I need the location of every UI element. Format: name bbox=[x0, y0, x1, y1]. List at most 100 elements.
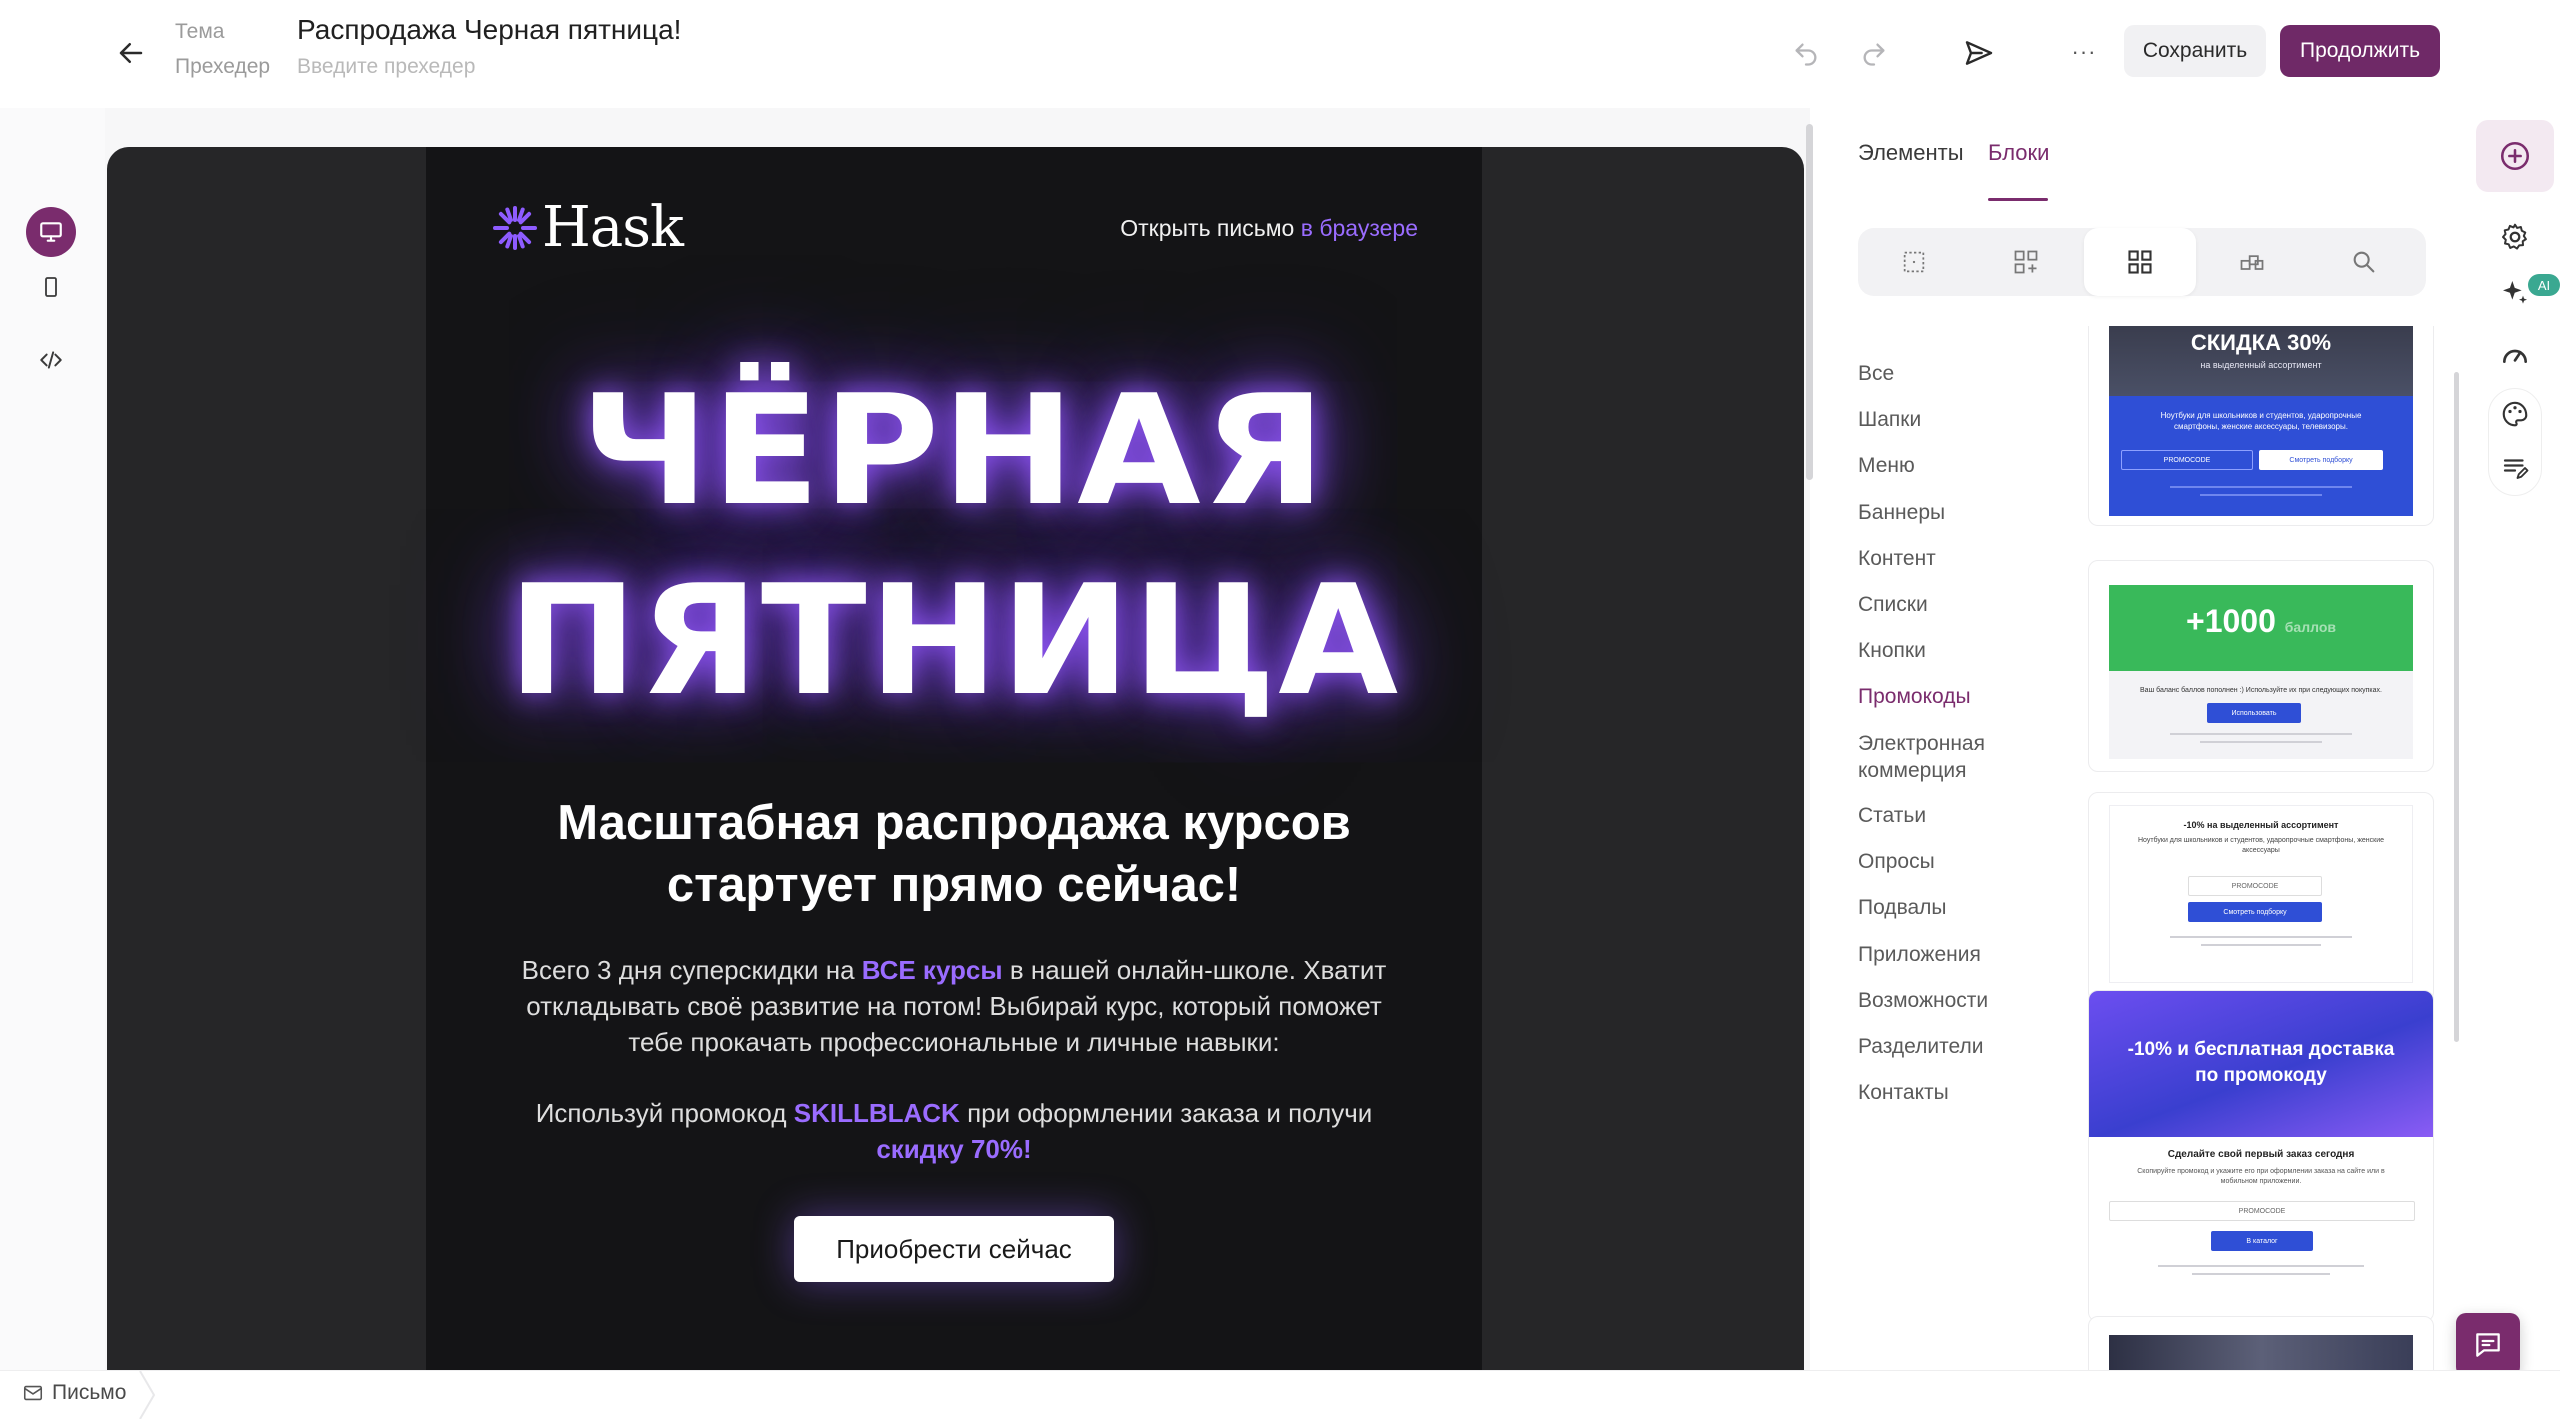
redo-button[interactable] bbox=[1854, 34, 1894, 74]
email-logo[interactable]: Hask bbox=[492, 195, 684, 260]
thumb-body: Ноутбуки для школьников и студентов, уда… bbox=[2137, 837, 2385, 854]
thumb-line bbox=[2200, 494, 2322, 496]
continue-button[interactable]: Продолжить bbox=[2280, 25, 2440, 77]
desktop-view-button[interactable] bbox=[26, 207, 76, 257]
settings-button[interactable] bbox=[2490, 212, 2540, 262]
category-lists[interactable]: Списки bbox=[1858, 591, 1928, 618]
send-icon bbox=[1965, 41, 1993, 65]
add-block-button[interactable] bbox=[1970, 228, 2082, 296]
top-bar: Тема Прехедер Распродажа Черная пятница!… bbox=[0, 0, 2560, 108]
monitor-icon bbox=[40, 222, 62, 242]
palette-icon[interactable] bbox=[2500, 399, 2530, 429]
thumbnail-preview bbox=[2109, 1335, 2413, 1370]
thumb-button: Использовать bbox=[2207, 703, 2301, 723]
thumb-line bbox=[2169, 733, 2353, 735]
headline-line-2[interactable]: ПЯТНИЦА bbox=[415, 552, 1492, 729]
email-paragraph-2[interactable]: Используй промокод SKILLBLACK при оформл… bbox=[496, 1095, 1412, 1167]
category-polls[interactable]: Опросы bbox=[1858, 848, 1935, 875]
category-features[interactable]: Возможности bbox=[1858, 987, 1988, 1014]
layout-structure-button[interactable] bbox=[1858, 228, 1970, 296]
category-buttons[interactable]: Кнопки bbox=[1858, 637, 1926, 664]
email-canvas: Hask Открыть письмо в браузере ЧЁРНАЯ ПЯ… bbox=[107, 147, 1804, 1370]
saved-blocks-button[interactable] bbox=[2196, 228, 2308, 296]
thumb-line bbox=[2169, 486, 2353, 488]
code-icon bbox=[40, 351, 62, 369]
right-tool-rail: AI bbox=[2470, 108, 2560, 1370]
thumb-button: Смотреть подборку bbox=[2188, 902, 2322, 922]
category-all[interactable]: Все bbox=[1858, 360, 1894, 387]
p1-text-a: Всего 3 дня суперскидки на bbox=[521, 955, 855, 985]
hask-logo-icon bbox=[493, 205, 537, 250]
category-dividers[interactable]: Разделители bbox=[1858, 1033, 1984, 1060]
category-banners[interactable]: Баннеры bbox=[1858, 499, 1945, 526]
panel-scrollbar[interactable] bbox=[2454, 372, 2459, 1042]
category-ecommerce[interactable]: Электронная коммерция bbox=[1858, 730, 2018, 784]
code-view-button[interactable] bbox=[26, 335, 76, 385]
thumb-title: +1000 баллов bbox=[2109, 603, 2413, 640]
bottom-bar: Письмо bbox=[0, 1370, 2560, 1419]
plus-circle-icon bbox=[2500, 141, 2530, 171]
thumb-code: PROMOCODE bbox=[2188, 876, 2322, 896]
buy-now-button[interactable]: Приобрести сейчас bbox=[794, 1216, 1114, 1282]
phone-icon bbox=[45, 277, 57, 297]
undo-icon bbox=[1795, 43, 1817, 66]
category-menu[interactable]: Меню bbox=[1858, 452, 1915, 479]
thumb-title: -10% на выделенный ассортимент bbox=[2183, 820, 2339, 830]
chat-icon bbox=[2476, 1333, 2500, 1357]
category-contacts[interactable]: Контакты bbox=[1858, 1079, 1949, 1106]
logo-text: Hask bbox=[542, 195, 684, 260]
block-thumbnail-discount-30[interactable]: СКИДКА 30% на выделенный ассортимент Ноу… bbox=[2088, 326, 2434, 526]
canvas-scrollbar[interactable] bbox=[1806, 124, 1813, 480]
save-button[interactable]: Сохранить bbox=[2124, 25, 2266, 77]
send-test-button[interactable] bbox=[1956, 30, 2002, 76]
thumb-line bbox=[2200, 944, 2322, 946]
search-blocks-button[interactable] bbox=[2308, 228, 2420, 296]
back-button[interactable] bbox=[108, 30, 154, 76]
category-promocodes[interactable]: Промокоды bbox=[1858, 683, 1971, 710]
chat-support-button[interactable] bbox=[2456, 1313, 2520, 1377]
block-thumbnail-partial[interactable] bbox=[2088, 1316, 2434, 1370]
p1-highlight: ВСЕ курсы bbox=[861, 955, 1003, 985]
canvas-area: Hask Открыть письмо в браузере ЧЁРНАЯ ПЯ… bbox=[105, 108, 1810, 1370]
blocks-grid-button[interactable] bbox=[2084, 228, 2196, 296]
category-headers[interactable]: Шапки bbox=[1858, 406, 1921, 433]
open-in-browser[interactable]: Открыть письмо в браузере bbox=[1120, 215, 1418, 242]
arrow-left-icon bbox=[119, 43, 143, 63]
performance-button[interactable] bbox=[2490, 330, 2540, 380]
more-options-button[interactable]: ··· bbox=[2060, 28, 2108, 76]
undo-button[interactable] bbox=[1786, 34, 1826, 74]
email-subheading[interactable]: Масштабная распродажа курсов стартует пр… bbox=[506, 792, 1402, 916]
add-block-rail-button[interactable] bbox=[2476, 120, 2554, 192]
breadcrumb-label: Письмо bbox=[52, 1381, 127, 1404]
tab-blocks[interactable]: Блоки bbox=[1988, 140, 2049, 166]
preheader-label: Прехедер bbox=[175, 55, 271, 78]
category-articles[interactable]: Статьи bbox=[1858, 802, 1926, 829]
thumb-code: PROMOCODE bbox=[2121, 450, 2253, 470]
ai-badge: AI bbox=[2528, 274, 2560, 296]
category-apps[interactable]: Приложения bbox=[1858, 941, 1981, 968]
preheader-field[interactable]: Введите прехедер bbox=[297, 55, 475, 79]
breadcrumb-letter[interactable]: Письмо bbox=[22, 1381, 126, 1405]
tab-elements[interactable]: Элементы bbox=[1858, 140, 1964, 166]
block-thumbnail-free-delivery[interactable]: -10% и бесплатная доставка по промокоду … bbox=[2088, 990, 2434, 1322]
p2-text-b: при оформлении заказа и получи bbox=[967, 1098, 1373, 1128]
search-icon bbox=[2353, 251, 2375, 273]
theme-label: Тема bbox=[175, 20, 225, 43]
blocks-panel: Элементы Блоки Все Шапки Меню Баннеры Ко… bbox=[1822, 108, 2470, 1370]
category-content[interactable]: Контент bbox=[1858, 545, 1936, 572]
text-edit-icon[interactable] bbox=[2500, 453, 2530, 483]
thumb-body: Ваш баланс баллов пополнен :) Используйт… bbox=[2140, 687, 2382, 694]
mobile-view-button[interactable] bbox=[26, 262, 76, 312]
email-paragraph-1[interactable]: Всего 3 дня суперскидки на ВСЕ курсы в н… bbox=[496, 952, 1412, 1060]
category-footers[interactable]: Подвалы bbox=[1858, 894, 1947, 921]
block-thumbnail-bonus-points[interactable]: +1000 баллов Ваш баланс баллов пополнен … bbox=[2088, 560, 2434, 772]
thumb-line bbox=[2200, 741, 2322, 743]
browser-link[interactable]: в браузере bbox=[1301, 215, 1418, 241]
thumb-button: В каталог bbox=[2211, 1231, 2313, 1251]
email-body[interactable]: Hask Открыть письмо в браузере ЧЁРНАЯ ПЯ… bbox=[426, 147, 1482, 1370]
block-thumbnail-discount-10[interactable]: -10% на выделенный ассортимент Ноутбуки … bbox=[2088, 792, 2434, 1002]
breadcrumb-separator-icon bbox=[139, 1371, 156, 1419]
headline-line-1[interactable]: ЧЁРНАЯ bbox=[400, 362, 1509, 539]
discount-highlight: скидку 70%! bbox=[876, 1134, 1032, 1164]
subject-field[interactable]: Распродажа Черная пятница! bbox=[297, 14, 681, 46]
